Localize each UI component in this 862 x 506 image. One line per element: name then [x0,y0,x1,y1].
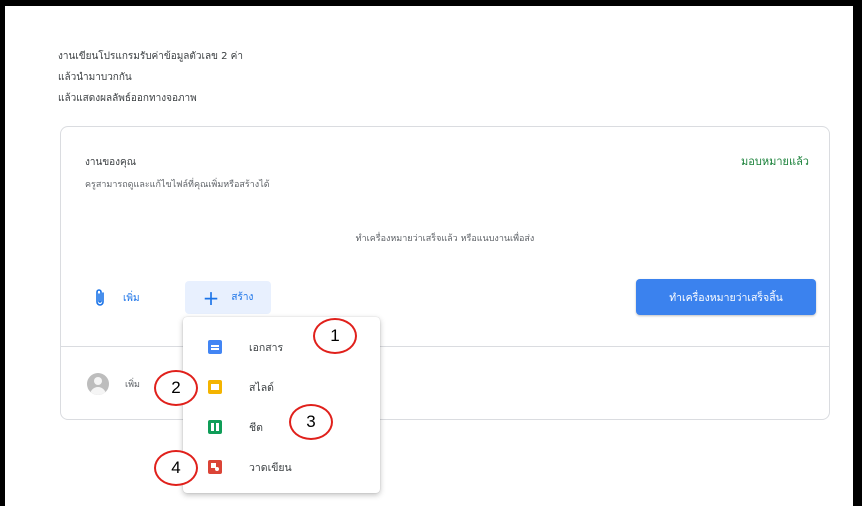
plus-icon: + [202,285,220,310]
assigned-status: มอบหมายแล้ว [741,155,809,168]
callout-3: 3 [289,404,333,440]
menu-item-label: วาดเขียน [249,461,292,474]
avatar [87,373,109,395]
menu-item-sheets[interactable]: ชีต [183,407,380,447]
drawings-icon [208,460,222,474]
mark-as-done-button[interactable]: ทำเครื่องหมายว่าเสร็จสิ้น [636,279,816,315]
menu-item-label: เอกสาร [249,341,284,354]
docs-icon [208,340,222,354]
assignment-instructions: งานเขียนโปรแกรมรับค่าข้อมูลตัวเลข 2 ค่า … [58,46,243,109]
instruction-line: งานเขียนโปรแกรมรับค่าข้อมูลตัวเลข 2 ค่า [58,51,243,62]
menu-item-label: สไลด์ [249,381,274,394]
slides-icon [208,380,222,394]
sheets-icon [208,420,222,434]
submit-hint: ทำเครื่องหมายว่าเสร็จแล้ว หรือแนบงานเพื่… [355,234,535,244]
your-work-subtitle: ครูสามารถดูและแก้ไขไฟล์ที่คุณเพิ่มหรือสร… [85,180,270,190]
create-button[interactable]: + สร้าง [185,281,271,314]
paperclip-icon [96,289,104,306]
menu-item-drawings[interactable]: วาดเขียน [183,447,380,487]
create-button-label: สร้าง [231,292,254,303]
add-button-label: เพิ่ม [123,292,140,304]
callout-1: 1 [313,318,357,354]
menu-item-slides[interactable]: สไลด์ [183,367,380,407]
callout-2: 2 [154,370,198,406]
divider [61,346,829,347]
instruction-line: แล้วแสดงผลลัพธ์ออกทางจอภาพ [58,93,197,104]
menu-item-label: ชีต [249,421,263,434]
your-work-title: งานของคุณ [85,157,137,168]
add-button[interactable]: เพิ่ม [93,282,140,314]
callout-4: 4 [154,450,198,486]
private-comment-input[interactable]: เพิ่ม [125,377,140,391]
instruction-line: แล้วนำมาบวกกัน [58,72,132,83]
